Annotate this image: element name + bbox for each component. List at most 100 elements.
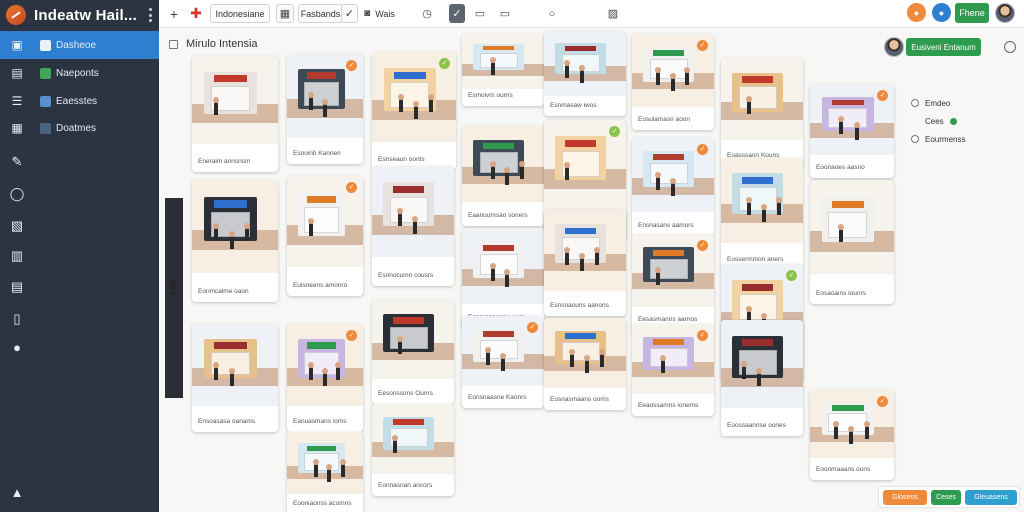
image-icon[interactable]: ▨ <box>605 4 621 23</box>
window-shape <box>739 85 777 109</box>
store-card[interactable]: Esnnocumn cousrs <box>372 166 454 286</box>
store-card[interactable]: ✓ Eesasmanns aarnos <box>632 234 714 330</box>
store-sign <box>306 196 336 204</box>
grid-view-icon[interactable]: ▦ <box>276 4 294 23</box>
secondary-action-button[interactable]: Ceses <box>931 490 961 505</box>
store-card[interactable]: Eesonssons Ounrs <box>372 300 454 404</box>
store-card[interactable]: ✓ Eoonmaaans ouns <box>810 390 894 480</box>
breadcrumb: Mirulo Intensia <box>169 38 258 50</box>
building-icon[interactable]: ▧ <box>9 218 25 234</box>
store-card[interactable]: ✓ Esnseaun oonts <box>372 52 456 170</box>
store-card[interactable]: Eooniaonss acomns <box>287 432 363 512</box>
sidebar-item-dashboard[interactable]: ▣ Dasheoe <box>0 31 159 59</box>
store-card[interactable]: Esnsnaouns aanons <box>544 210 626 316</box>
card-caption: Eoossaannse oones <box>727 422 786 429</box>
store-card[interactable]: ✓ Esnoinb Kannen <box>287 54 363 164</box>
filter-button[interactable]: Fasbands <box>298 4 343 23</box>
sidebar-item-reports[interactable]: ▤ Naeponts <box>0 59 159 87</box>
store-card[interactable]: Eossermmon aners <box>721 158 803 270</box>
blue-badge-icon[interactable]: ● <box>932 3 951 22</box>
store-card[interactable]: Esnmasaw iwos <box>544 32 626 116</box>
camera-view-button[interactable]: ◙ Wais <box>364 4 400 23</box>
store-sign <box>742 76 774 83</box>
radio-icon[interactable] <box>911 135 919 143</box>
location-dropdown[interactable]: Indonesiane <box>210 4 270 23</box>
store-card[interactable]: Eonmannnane ours <box>462 228 544 328</box>
filter-option[interactable]: Cees <box>911 112 1011 130</box>
check-box-icon[interactable]: ✓ <box>449 4 465 23</box>
add-red-icon[interactable]: ✚ <box>187 4 205 23</box>
status-badge-icon[interactable]: ✓ <box>786 270 797 281</box>
folder-icon[interactable]: ▭ <box>472 4 488 23</box>
store-card[interactable]: Eonmcalme oaon <box>192 180 278 302</box>
tertiary-action-button[interactable]: Gleuasens <box>965 490 1017 505</box>
store-card[interactable]: Eonnasnan ancors <box>372 404 454 496</box>
help-icon[interactable] <box>1004 41 1016 53</box>
store-scene-image <box>462 34 544 89</box>
store-card[interactable]: Eosnasmaans ooms <box>544 318 626 410</box>
window-icon[interactable]: ▭ <box>497 4 513 23</box>
store-card[interactable]: ✓ Eosulamasn aoon <box>632 34 714 130</box>
clock-icon[interactable]: ◷ <box>419 4 435 23</box>
status-badge-icon[interactable]: ✓ <box>697 240 708 251</box>
store-card[interactable]: Eoasssaon Kouns <box>721 58 803 166</box>
status-badge-icon[interactable]: ✓ <box>697 144 708 155</box>
card-caption: Esnseaun oonts <box>378 156 425 163</box>
primary-action-button[interactable]: Gloseos <box>883 490 927 505</box>
circle-tool-icon[interactable]: ○ <box>544 4 560 23</box>
card-caption: Eosaoains iounrs <box>816 290 866 297</box>
person-icon[interactable]: ● <box>9 340 25 356</box>
person-figure <box>775 197 782 216</box>
footer-icon[interactable]: ▲ <box>9 485 25 501</box>
store-sign <box>483 142 515 149</box>
status-badge-icon[interactable]: ✓ <box>697 330 708 341</box>
status-badge-icon[interactable]: ✓ <box>609 126 620 137</box>
person-figure <box>761 204 767 223</box>
kebab-menu-icon[interactable] <box>149 8 153 22</box>
status-badge-icon[interactable]: ✓ <box>346 330 357 341</box>
store-card[interactable]: ✓ Eanuasmans ioms <box>287 324 363 432</box>
store-card[interactable]: Eoossaannse oones <box>721 320 803 436</box>
plus-icon[interactable]: + <box>165 4 183 23</box>
door-icon[interactable]: ▯ <box>9 311 25 327</box>
sidebar-item-dates[interactable]: ▦ Doatmes <box>0 114 159 142</box>
tag-icon[interactable]: ✎ <box>9 154 25 170</box>
action-bar: Gloseos Ceses Gleuasens <box>878 486 1020 508</box>
status-badge-icon[interactable]: ✓ <box>527 322 538 333</box>
radio-icon[interactable] <box>911 99 919 107</box>
check-icon[interactable]: ✓ <box>341 4 358 23</box>
layers-icon[interactable]: ▤ <box>9 279 25 295</box>
store-card[interactable]: ✓ Eeaossamns ionems <box>632 324 714 416</box>
store-card[interactable]: Eaanuumsao soners <box>462 126 544 226</box>
grid-icon[interactable]: ▥ <box>9 248 25 264</box>
filter-option[interactable]: Emdeo <box>911 94 1011 112</box>
status-badge-icon[interactable]: ✓ <box>346 182 357 193</box>
store-card[interactable]: ✓ Ensnasans aamors <box>632 138 714 236</box>
person-figure <box>598 349 605 368</box>
store-card[interactable]: Eneraim annsnsm <box>192 56 278 172</box>
orange-badge-icon[interactable]: ● <box>907 3 926 22</box>
store-card[interactable]: Esmoivm ounrs <box>462 34 544 106</box>
person-figure <box>413 100 419 119</box>
status-badge-icon[interactable]: ✓ <box>877 90 888 101</box>
sidebar-item-stores[interactable]: ☰ Eaesstes <box>0 87 159 115</box>
status-badge-icon[interactable]: ✓ <box>877 396 888 407</box>
store-card[interactable]: Ensoasasa oanams <box>192 324 278 432</box>
store-card[interactable]: ✓ Eonsnaasne Kaonrs <box>462 316 544 408</box>
card-caption: Eesonssons Ounrs <box>378 390 433 397</box>
store-card[interactable]: ✓ Euisneens amonro <box>287 176 363 296</box>
owner-avatar[interactable] <box>884 37 904 57</box>
store-card[interactable]: ✓ Eoonaoes aasno <box>810 84 894 178</box>
user-avatar[interactable] <box>995 3 1015 23</box>
status-badge-icon[interactable]: ✓ <box>697 40 708 51</box>
status-badge-icon[interactable]: ✓ <box>439 58 450 69</box>
circle-icon[interactable]: ◯ <box>9 186 25 202</box>
filter-option[interactable]: Eourmenss <box>911 130 1011 148</box>
header-action-button[interactable]: Eusiveni Entanum <box>906 38 981 56</box>
status-badge-icon[interactable]: ✓ <box>346 60 357 71</box>
primary-toolbar-button[interactable]: Fhene <box>955 3 989 23</box>
card-caption: Esnoinb Kannen <box>293 150 341 157</box>
store-card[interactable]: Eosaoains iounrs <box>810 180 894 304</box>
brand[interactable]: Indeatw Hail... <box>0 0 159 30</box>
active-dot-icon <box>949 117 957 125</box>
